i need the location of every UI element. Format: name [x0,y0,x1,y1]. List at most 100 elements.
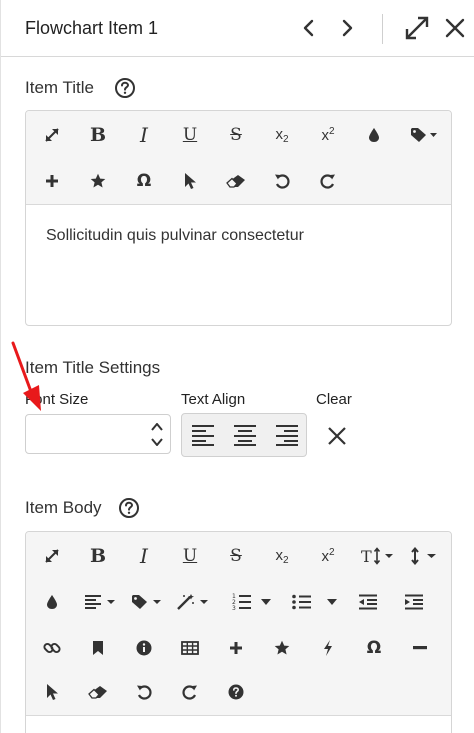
italic-icon: I [140,544,148,568]
question-circle-icon[interactable] [118,497,140,519]
bold-icon: B [89,545,107,567]
superscript-icon: x2 [321,547,334,565]
bookmark-icon [93,641,103,655]
link-icon [43,642,61,654]
lightning-button[interactable] [310,630,346,666]
subscript-icon: x2 [275,126,288,145]
add-button[interactable] [34,163,70,199]
superscript-small: 2 [328,547,335,558]
italic-button[interactable]: I [126,538,162,574]
align-left-button[interactable] [182,414,224,456]
info-button[interactable] [126,630,162,666]
indent-button[interactable] [396,584,432,620]
text-color-button[interactable] [356,117,392,153]
item-body-label: Item Body [25,498,102,517]
bookmark-button[interactable] [80,630,116,666]
tag-dropdown-button[interactable] [126,584,168,620]
star-button[interactable] [264,630,300,666]
subscript-button[interactable]: x2 [264,117,300,153]
close-icon [445,18,465,38]
strikethrough-button[interactable]: S [218,538,254,574]
line-height-dropdown-button[interactable] [404,538,444,574]
expand-icon [45,549,59,563]
item-title-content[interactable]: Sollicitudin quis pulvinar consectetur [46,227,304,245]
omega-icon: Ω [366,638,382,658]
question-circle-icon [228,684,244,700]
superscript-button[interactable]: x2 [310,538,346,574]
omega-icon: Ω [136,171,152,191]
cursor-icon [185,173,196,189]
bullet-list-button[interactable] [284,584,320,620]
undo-button[interactable] [264,163,300,199]
undo-button[interactable] [126,674,162,710]
bold-button[interactable]: B [80,117,116,153]
plus-icon [46,175,58,187]
strikethrough-button[interactable]: S [218,117,254,153]
panel-title: Flowchart Item 1 [25,18,159,38]
next-item-button[interactable] [331,12,363,44]
horizontal-rule-button[interactable] [402,630,438,666]
help-button[interactable] [218,674,254,710]
flowchart-item-panel: Flowchart Item 1 Item Title B I U S x2 x… [0,0,474,733]
bullet-list-dropdown[interactable] [318,584,346,620]
expand-button[interactable] [401,12,433,44]
select-button[interactable] [172,163,208,199]
underline-icon: U [182,125,198,145]
outdent-button[interactable] [350,584,386,620]
strikethrough-icon: S [230,125,242,145]
item-title-editor: B I U S x2 x2 Ω Sollicitudin quis pulvin… [25,110,452,326]
annotation-arrow-icon [11,341,41,411]
redo-button[interactable] [310,163,346,199]
table-button[interactable] [172,630,208,666]
align-dropdown-button[interactable] [80,584,122,620]
italic-button[interactable]: I [126,117,162,153]
eraser-button[interactable] [80,674,116,710]
clear-button[interactable] [321,420,353,452]
subscript-icon: x2 [275,547,288,566]
underline-button[interactable]: U [172,117,208,153]
bold-button[interactable]: B [80,538,116,574]
outdent-icon [359,594,377,610]
font-size-dropdown-button[interactable]: T [358,538,398,574]
superscript-button[interactable]: x2 [310,117,346,153]
redo-button[interactable] [172,674,208,710]
close-icon [328,427,346,445]
previous-item-button[interactable] [293,12,325,44]
underline-button[interactable]: U [172,538,208,574]
question-circle-icon[interactable] [114,77,136,99]
panel-header: Flowchart Item 1 [1,0,474,57]
special-character-button[interactable]: Ω [126,163,162,199]
chevron-left-icon [303,19,314,37]
subscript-small: 2 [282,554,289,566]
align-center-button[interactable] [224,414,266,456]
item-body-toolbar: B I U S x2 x2 T 1 2 3 Ω [26,532,451,716]
close-button[interactable] [439,12,471,44]
magic-wand-dropdown-button[interactable] [172,584,214,620]
star-button[interactable] [80,163,116,199]
undo-icon [275,174,290,189]
subscript-button[interactable]: x2 [264,538,300,574]
tag-dropdown-button[interactable] [402,117,446,153]
droplet-icon [369,128,379,142]
font-size-increment[interactable] [150,421,164,433]
fullscreen-button[interactable] [34,117,70,153]
link-button[interactable] [34,630,70,666]
ordered-list-dropdown[interactable] [252,584,280,620]
fullscreen-button[interactable] [34,538,70,574]
star-icon [274,640,290,655]
add-button[interactable] [218,630,254,666]
font-size-input[interactable] [25,414,171,454]
text-align-group [181,413,307,457]
special-character-button[interactable]: Ω [356,630,392,666]
eraser-button[interactable] [218,163,254,199]
select-button[interactable] [34,674,70,710]
align-left-icon [192,425,214,446]
eraser-icon [226,175,245,188]
eraser-icon [88,686,107,699]
text-color-button[interactable] [34,584,70,620]
align-right-button[interactable] [266,414,308,456]
info-circle-icon [136,640,152,656]
font-size-decrement[interactable] [150,436,164,448]
italic-icon: I [140,123,148,147]
subscript-base: x [275,125,283,143]
